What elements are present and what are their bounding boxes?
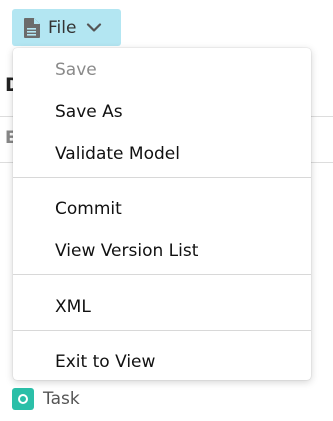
menu-item-save: Save <box>55 60 97 80</box>
file-dropdown-menu: Save Save As Validate Model Commit View … <box>13 48 311 380</box>
menu-item-exit-to-view[interactable]: Exit to View <box>13 342 311 382</box>
menu-item-validate-model[interactable]: Validate Model <box>13 134 311 174</box>
menu-separator <box>13 274 311 275</box>
file-menu-button[interactable]: File <box>12 9 121 46</box>
task-icon <box>12 388 34 410</box>
menu-separator <box>13 177 311 178</box>
task-item[interactable]: Task <box>12 386 80 412</box>
menu-item-xml[interactable]: XML <box>13 287 311 327</box>
document-icon <box>24 17 40 38</box>
task-label: Task <box>43 389 80 409</box>
menu-separator <box>13 330 311 331</box>
menu-item-save-as[interactable]: Save As <box>13 92 311 132</box>
menu-item-view-version-list[interactable]: View Version List <box>13 231 311 271</box>
chevron-down-icon <box>86 22 102 33</box>
file-menu-label: File <box>48 17 77 38</box>
menu-item-commit[interactable]: Commit <box>13 189 311 229</box>
